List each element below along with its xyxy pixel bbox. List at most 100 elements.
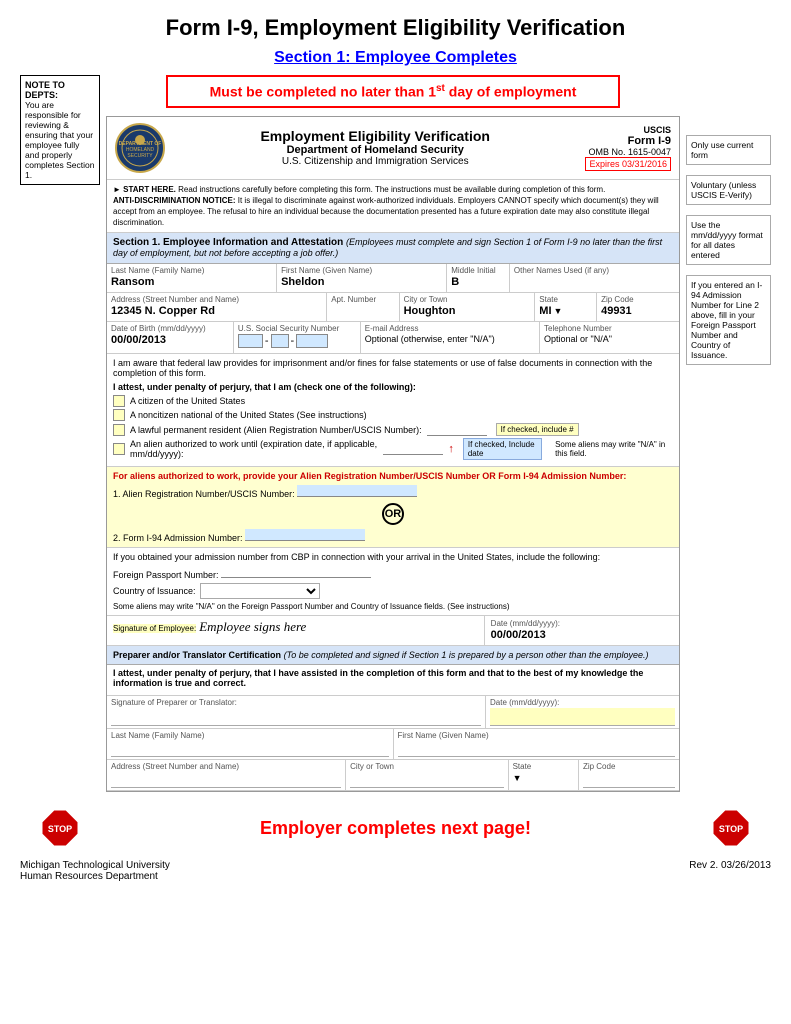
voluntary-box: Voluntary (unless USCIS E-Verify) bbox=[686, 175, 771, 205]
dob-ssn-row: Date of Birth (mm/dd/yyyy) 00/00/2013 U.… bbox=[107, 322, 679, 354]
country-select[interactable] bbox=[200, 583, 320, 599]
state-label: State bbox=[539, 295, 592, 304]
preparer-first-label: First Name (Given Name) bbox=[398, 731, 676, 740]
section1-title: Section 1. Employee Information and Atte… bbox=[113, 237, 343, 248]
middle-initial-value: B bbox=[451, 276, 505, 288]
ssn-box-1 bbox=[238, 334, 263, 348]
email-label: E-mail Address bbox=[365, 324, 535, 333]
email-placeholder: Optional (otherwise, enter "N/A") bbox=[365, 334, 535, 344]
citizen-checkbox-row: A citizen of the United States bbox=[113, 395, 673, 407]
preparer-address-label: Address (Street Number and Name) bbox=[111, 762, 341, 771]
alien-section-label: For aliens authorized to work, provide y… bbox=[113, 471, 626, 481]
note-to-depts-box: NOTE TO DEPTS: You are responsible for r… bbox=[20, 75, 100, 185]
uscis-seal-icon: DEPARTMENT OF HOMELAND SECURITY bbox=[115, 123, 165, 173]
address-row: Address (Street Number and Name) 12345 N… bbox=[107, 293, 679, 322]
lpr-checkbox-row: A lawful permanent resident (Alien Regis… bbox=[113, 423, 673, 436]
city-field: City or Town Houghton bbox=[400, 293, 536, 321]
alien-reg-label: 1. Alien Registration Number/USCIS Numbe… bbox=[113, 489, 295, 499]
preparer-subtitle: (To be completed and signed if Section 1… bbox=[284, 650, 649, 660]
city-label: City or Town bbox=[404, 295, 531, 304]
preparer-state-dropdown-icon[interactable]: ▼ bbox=[513, 773, 522, 783]
svg-text:SECURITY: SECURITY bbox=[127, 153, 153, 159]
stop-sign-right-icon: STOP bbox=[711, 808, 751, 848]
ssn-label: U.S. Social Security Number bbox=[238, 324, 356, 333]
form-agency: U.S. Citizenship and Immigration Service… bbox=[173, 156, 577, 167]
preparer-city-input[interactable] bbox=[350, 772, 503, 788]
last-name-value: Ransom bbox=[111, 276, 272, 288]
form-header: DEPARTMENT OF HOMELAND SECURITY Employme… bbox=[107, 117, 679, 180]
dob-value: 00/00/2013 bbox=[111, 334, 229, 346]
last-name-label: Last Name (Family Name) bbox=[111, 266, 272, 275]
preparer-sig-label: Signature of Preparer or Translator: bbox=[111, 698, 481, 707]
alien-auth-date-input[interactable] bbox=[383, 443, 443, 455]
preparer-attest: I attest, under penalty of perjury, that… bbox=[107, 665, 679, 696]
preparer-date-input[interactable] bbox=[490, 708, 675, 726]
employer-next-text: Employer completes next page! bbox=[80, 818, 711, 839]
preparer-city-label: City or Town bbox=[350, 762, 503, 771]
state-field: State MI ▼ bbox=[535, 293, 597, 321]
zip-value: 49931 bbox=[601, 305, 675, 317]
i94-info-box: If you entered an I-94 Admission Number … bbox=[686, 275, 771, 365]
preparer-address-input[interactable] bbox=[111, 772, 341, 788]
citizen-checkbox[interactable] bbox=[113, 395, 125, 407]
ssn-boxes: - - bbox=[238, 334, 328, 348]
date-label: Date (mm/dd/yyyy): bbox=[491, 619, 673, 628]
preparer-sig-row: Signature of Preparer or Translator: Dat… bbox=[107, 696, 679, 729]
preparer-first-input[interactable] bbox=[398, 741, 676, 757]
preparer-last-field: Last Name (Family Name) bbox=[107, 729, 394, 759]
footer: Michigan Technological University Human … bbox=[20, 856, 771, 886]
preparer-name-row: Last Name (Family Name) First Name (Give… bbox=[107, 729, 679, 760]
if-checked-date: If checked, Include date bbox=[463, 438, 542, 460]
some-aliens-note: Some aliens may write "N/A" in this fiel… bbox=[555, 440, 673, 458]
city-value: Houghton bbox=[404, 305, 531, 317]
alien-auth-checkbox[interactable] bbox=[113, 443, 125, 455]
state-dropdown-icon[interactable]: ▼ bbox=[554, 306, 563, 316]
middle-initial-label: Middle Initial bbox=[451, 266, 505, 275]
dob-field: Date of Birth (mm/dd/yyyy) 00/00/2013 bbox=[107, 322, 234, 353]
preparer-first-field: First Name (Given Name) bbox=[394, 729, 680, 759]
note-title: NOTE TO DEPTS: bbox=[25, 80, 95, 100]
address-label: Address (Street Number and Name) bbox=[111, 295, 322, 304]
preparer-zip-input[interactable] bbox=[583, 772, 675, 788]
noncitizen-checkbox[interactable] bbox=[113, 409, 125, 421]
first-name-field: First Name (Given Name) Sheldon bbox=[277, 264, 447, 292]
anti-disc-label: ANTI-DISCRIMINATION NOTICE: bbox=[113, 196, 236, 205]
lpr-number-input[interactable] bbox=[427, 424, 487, 436]
apt-field: Apt. Number bbox=[327, 293, 399, 321]
address-value: 12345 N. Copper Rd bbox=[111, 305, 322, 317]
ssn-box-2 bbox=[271, 334, 289, 348]
last-name-field: Last Name (Family Name) Ransom bbox=[107, 264, 277, 292]
sig-value: Employee signs here bbox=[199, 619, 306, 634]
must-complete-box: Must be completed no later than 1st day … bbox=[166, 75, 620, 108]
ssn-field: U.S. Social Security Number - - bbox=[234, 322, 361, 353]
i94-input[interactable] bbox=[245, 529, 365, 541]
middle-initial-field: Middle Initial B bbox=[447, 264, 510, 292]
alien-reg-input[interactable] bbox=[297, 485, 417, 497]
passport-input[interactable] bbox=[221, 566, 371, 578]
passport-row: Foreign Passport Number: bbox=[113, 566, 673, 580]
preparer-sig-field: Signature of Preparer or Translator: bbox=[107, 696, 486, 728]
phone-placeholder: Optional or "N/A" bbox=[544, 334, 675, 344]
country-row: Country of Issuance: bbox=[113, 583, 673, 599]
i94-label: 2. Form I-94 Admission Number: bbox=[113, 533, 243, 543]
alien-section: For aliens authorized to work, provide y… bbox=[107, 467, 679, 548]
stop-sign-left-icon: STOP bbox=[40, 808, 80, 848]
preparer-sig-input[interactable] bbox=[111, 708, 481, 726]
page-title: Form I-9, Employment Eligibility Verific… bbox=[20, 15, 771, 41]
preparer-city-field: City or Town bbox=[346, 760, 508, 790]
preparer-last-input[interactable] bbox=[111, 741, 389, 757]
noncitizen-label: A noncitizen national of the United Stat… bbox=[130, 410, 367, 420]
alien-auth-label: An alien authorized to work until (expir… bbox=[130, 439, 378, 459]
preparer-title: Preparer and/or Translator Certification bbox=[113, 650, 281, 660]
lpr-checkbox[interactable] bbox=[113, 424, 125, 436]
preparer-state-label: State bbox=[513, 762, 574, 771]
email-field: E-mail Address Optional (otherwise, ente… bbox=[361, 322, 540, 353]
form-container: DEPARTMENT OF HOMELAND SECURITY Employme… bbox=[106, 116, 680, 793]
preparer-address-field: Address (Street Number and Name) bbox=[107, 760, 346, 790]
date-field: Date (mm/dd/yyyy): 00/00/2013 bbox=[485, 616, 679, 645]
uscis-label: USCIS bbox=[585, 125, 671, 135]
signature-row: Signature of Employee: Employee signs he… bbox=[107, 616, 679, 646]
form-sub-title: Department of Homeland Security bbox=[173, 144, 577, 156]
state-value: MI bbox=[539, 305, 551, 317]
note-body: You are responsible for reviewing & ensu… bbox=[25, 100, 95, 180]
